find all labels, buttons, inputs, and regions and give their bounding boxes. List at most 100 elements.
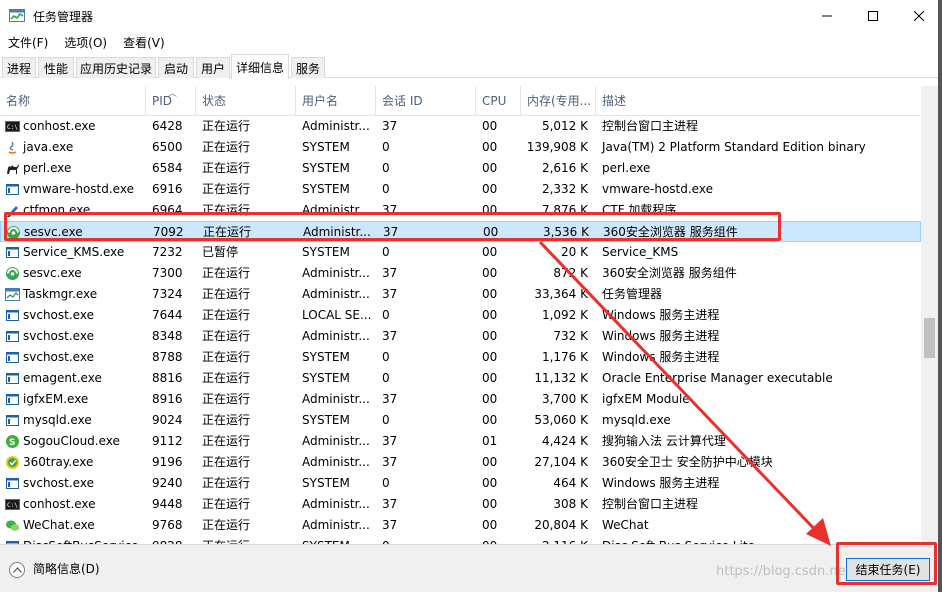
table-row[interactable]: 360tray.exe 9196 正在运行 Administr... 37 00 27,10…: [0, 452, 921, 473]
tab-details[interactable]: 详细信息: [231, 54, 289, 79]
cell-mem: 11,132 K: [534, 371, 588, 385]
process-name: vmware-hostd.exe: [23, 182, 134, 196]
cell-status: 正在运行: [202, 497, 251, 511]
cell-desc: 360安全浏览器 服务组件: [602, 266, 737, 280]
cell-cpu: 00: [482, 329, 498, 343]
column-header-memory[interactable]: 内存(专用...: [521, 86, 596, 116]
cell-status: 正在运行: [202, 308, 251, 322]
process-name: svchost.exe: [23, 476, 94, 490]
table-row[interactable]: S SogouCloud.exe 9112 正在运行 Administr... 37 01 4…: [0, 431, 921, 452]
tab-startup[interactable]: 启动: [158, 57, 194, 78]
cell-pid: 6584: [152, 161, 183, 175]
process-name: mysqld.exe: [23, 413, 92, 427]
cell-user: Administr...: [302, 434, 370, 448]
cell-cpu: 00: [482, 518, 498, 532]
table-row[interactable]: mysqld.exe 9024 正在运行 SYSTEM 0 00 53,060 Kmysql…: [0, 410, 921, 431]
java-icon: [8, 141, 17, 154]
cell-user: Administr...: [302, 497, 370, 511]
cell-desc: CTF 加载程序: [602, 203, 677, 217]
menu-options[interactable]: 选项(O): [60, 34, 111, 51]
cell-mem: 139,908 K: [526, 140, 588, 154]
tab-users[interactable]: 用户: [196, 57, 230, 78]
window-icon: [6, 478, 19, 489]
cell-desc: 360安全浏览器 服务组件: [603, 225, 738, 239]
table-row[interactable]: C:\ conhost.exe 6428 正在运行 Administr... 37 00 5,…: [0, 116, 921, 137]
window-icon: [6, 184, 19, 195]
table-row[interactable]: igfxEM.exe 8916 正在运行 Administr... 37 00 3,700 …: [0, 389, 921, 410]
cell-desc: igfxEM Module: [602, 392, 690, 406]
vertical-scrollbar[interactable]: [921, 86, 938, 544]
cell-session: 37: [382, 203, 398, 217]
cell-status: 正在运行: [202, 329, 251, 343]
menu-bar: 文件(F) 选项(O) 查看(V): [0, 32, 177, 52]
camel-icon: [7, 164, 19, 174]
cell-cpu: 00: [482, 497, 498, 511]
window-icon: [6, 310, 19, 321]
fewer-details-link[interactable]: 简略信息(D): [33, 560, 100, 577]
process-name: sesvc.exe: [23, 266, 82, 280]
table-row[interactable]: vmware-hostd.exe 6916 正在运行 SYSTEM 0 00 2,332 K…: [0, 179, 921, 200]
tab-processes[interactable]: 进程: [2, 57, 36, 78]
table-row[interactable]: svchost.exe 9240 正在运行 SYSTEM 0 00 464 K Windows…: [0, 473, 921, 494]
cell-status: 正在运行: [202, 203, 251, 217]
cell-name: Service_KMS.exe: [0, 242, 146, 263]
tab-services[interactable]: 服务: [291, 57, 325, 78]
column-header-name[interactable]: 名称: [0, 86, 146, 116]
table-row[interactable]: ctfmon.exe 6964 正在运行 Administr... 37 00 7,876 …: [0, 200, 921, 221]
cell-mem: 3,536 K: [542, 225, 589, 239]
cell-cpu: 00: [482, 455, 498, 469]
table-row[interactable]: C:\ conhost.exe 9448 正在运行 Administr... 37 00 30…: [0, 494, 921, 515]
cell-name: igfxEM.exe: [0, 389, 146, 410]
tab-performance[interactable]: 性能: [38, 57, 74, 78]
cell-user: SYSTEM: [302, 182, 350, 196]
table-row[interactable]: sesvc.exe 7092 正在运行 Administr... 37 00 3,536 K…: [0, 221, 921, 242]
table-row[interactable]: WeChat.exe 9768 正在运行 Administr... 37 00 20,804…: [0, 515, 921, 536]
process-name: svchost.exe: [23, 350, 94, 364]
table-row[interactable]: sesvc.exe 7300 正在运行 Administr... 37 00 872 K 36…: [0, 263, 921, 284]
cell-session: 37: [382, 119, 398, 133]
table-row[interactable]: svchost.exe 8348 正在运行 Administr... 37 00 732 K…: [0, 326, 921, 347]
cell-pid: 8348: [152, 329, 183, 343]
cell-status: 正在运行: [203, 225, 252, 239]
cell-session: 0: [382, 371, 390, 385]
tab-app-history[interactable]: 应用历史记录: [76, 57, 156, 78]
column-header-status[interactable]: 状态: [196, 86, 296, 116]
cell-name: svchost.exe: [0, 347, 146, 368]
menu-view[interactable]: 查看(V): [119, 34, 169, 51]
process-name: conhost.exe: [23, 497, 96, 511]
cell-name: DiscSoftBusService...: [0, 536, 146, 544]
cell-desc: perl.exe: [602, 161, 651, 175]
table-row[interactable]: DiscSoftBusService...9828正在运行SYSTEM0002,…: [0, 536, 921, 544]
close-button[interactable]: [896, 0, 942, 32]
table-row[interactable]: svchost.exe 7644 正在运行 LOCAL SE... 0 00 1,092 K…: [0, 305, 921, 326]
cell-desc: WeChat: [602, 518, 649, 532]
minimize-button[interactable]: [804, 0, 850, 32]
console-icon: C:\: [5, 121, 20, 132]
column-header-username[interactable]: 用户名: [296, 86, 376, 116]
table-row[interactable]: java.exe 6500 正在运行 SYSTEM 0 00 139,908 K Java(T…: [0, 137, 921, 158]
maximize-button[interactable]: [850, 0, 896, 32]
column-header-cpu[interactable]: CPU: [476, 86, 521, 116]
process-name: svchost.exe: [23, 329, 94, 343]
process-name: java.exe: [23, 140, 74, 154]
cell-status: 正在运行: [196, 536, 296, 544]
table-row[interactable]: perl.exe 6584 正在运行 SYSTEM 0 00 2,616 Kperl.exe: [0, 158, 921, 179]
tab-strip: 进程 性能 应用历史记录 启动 用户 详细信息 服务: [0, 54, 942, 79]
table-row[interactable]: emagent.exe 8816 正在运行 SYSTEM 0 00 11,132 K Orac…: [0, 368, 921, 389]
process-name: sesvc.exe: [24, 225, 83, 239]
scrollbar-thumb[interactable]: [924, 318, 935, 358]
table-row[interactable]: Service_KMS.exe 7232 已暂停 SYSTEM 0 00 20 K Servi…: [0, 242, 921, 263]
cell-session: 37: [382, 434, 398, 448]
cell-status: 正在运行: [202, 476, 251, 490]
table-row[interactable]: svchost.exe 8788 正在运行 SYSTEM 0 00 1,176 K Windo…: [0, 347, 921, 368]
menu-file[interactable]: 文件(F): [4, 34, 52, 51]
end-task-button[interactable]: 结束任务(E): [846, 558, 930, 581]
collapse-button[interactable]: [9, 562, 25, 578]
cell-mem: 308 K: [553, 497, 588, 511]
column-header-description[interactable]: 描述: [596, 86, 921, 116]
table-row[interactable]: Taskmgr.exe 7324 正在运行 Administr... 37 00 33,36…: [0, 284, 921, 305]
cell-session: 0: [382, 245, 390, 259]
cell-cpu: 00: [482, 245, 498, 259]
process-name: conhost.exe: [23, 119, 96, 133]
column-header-session-id[interactable]: 会话 ID: [376, 86, 476, 116]
